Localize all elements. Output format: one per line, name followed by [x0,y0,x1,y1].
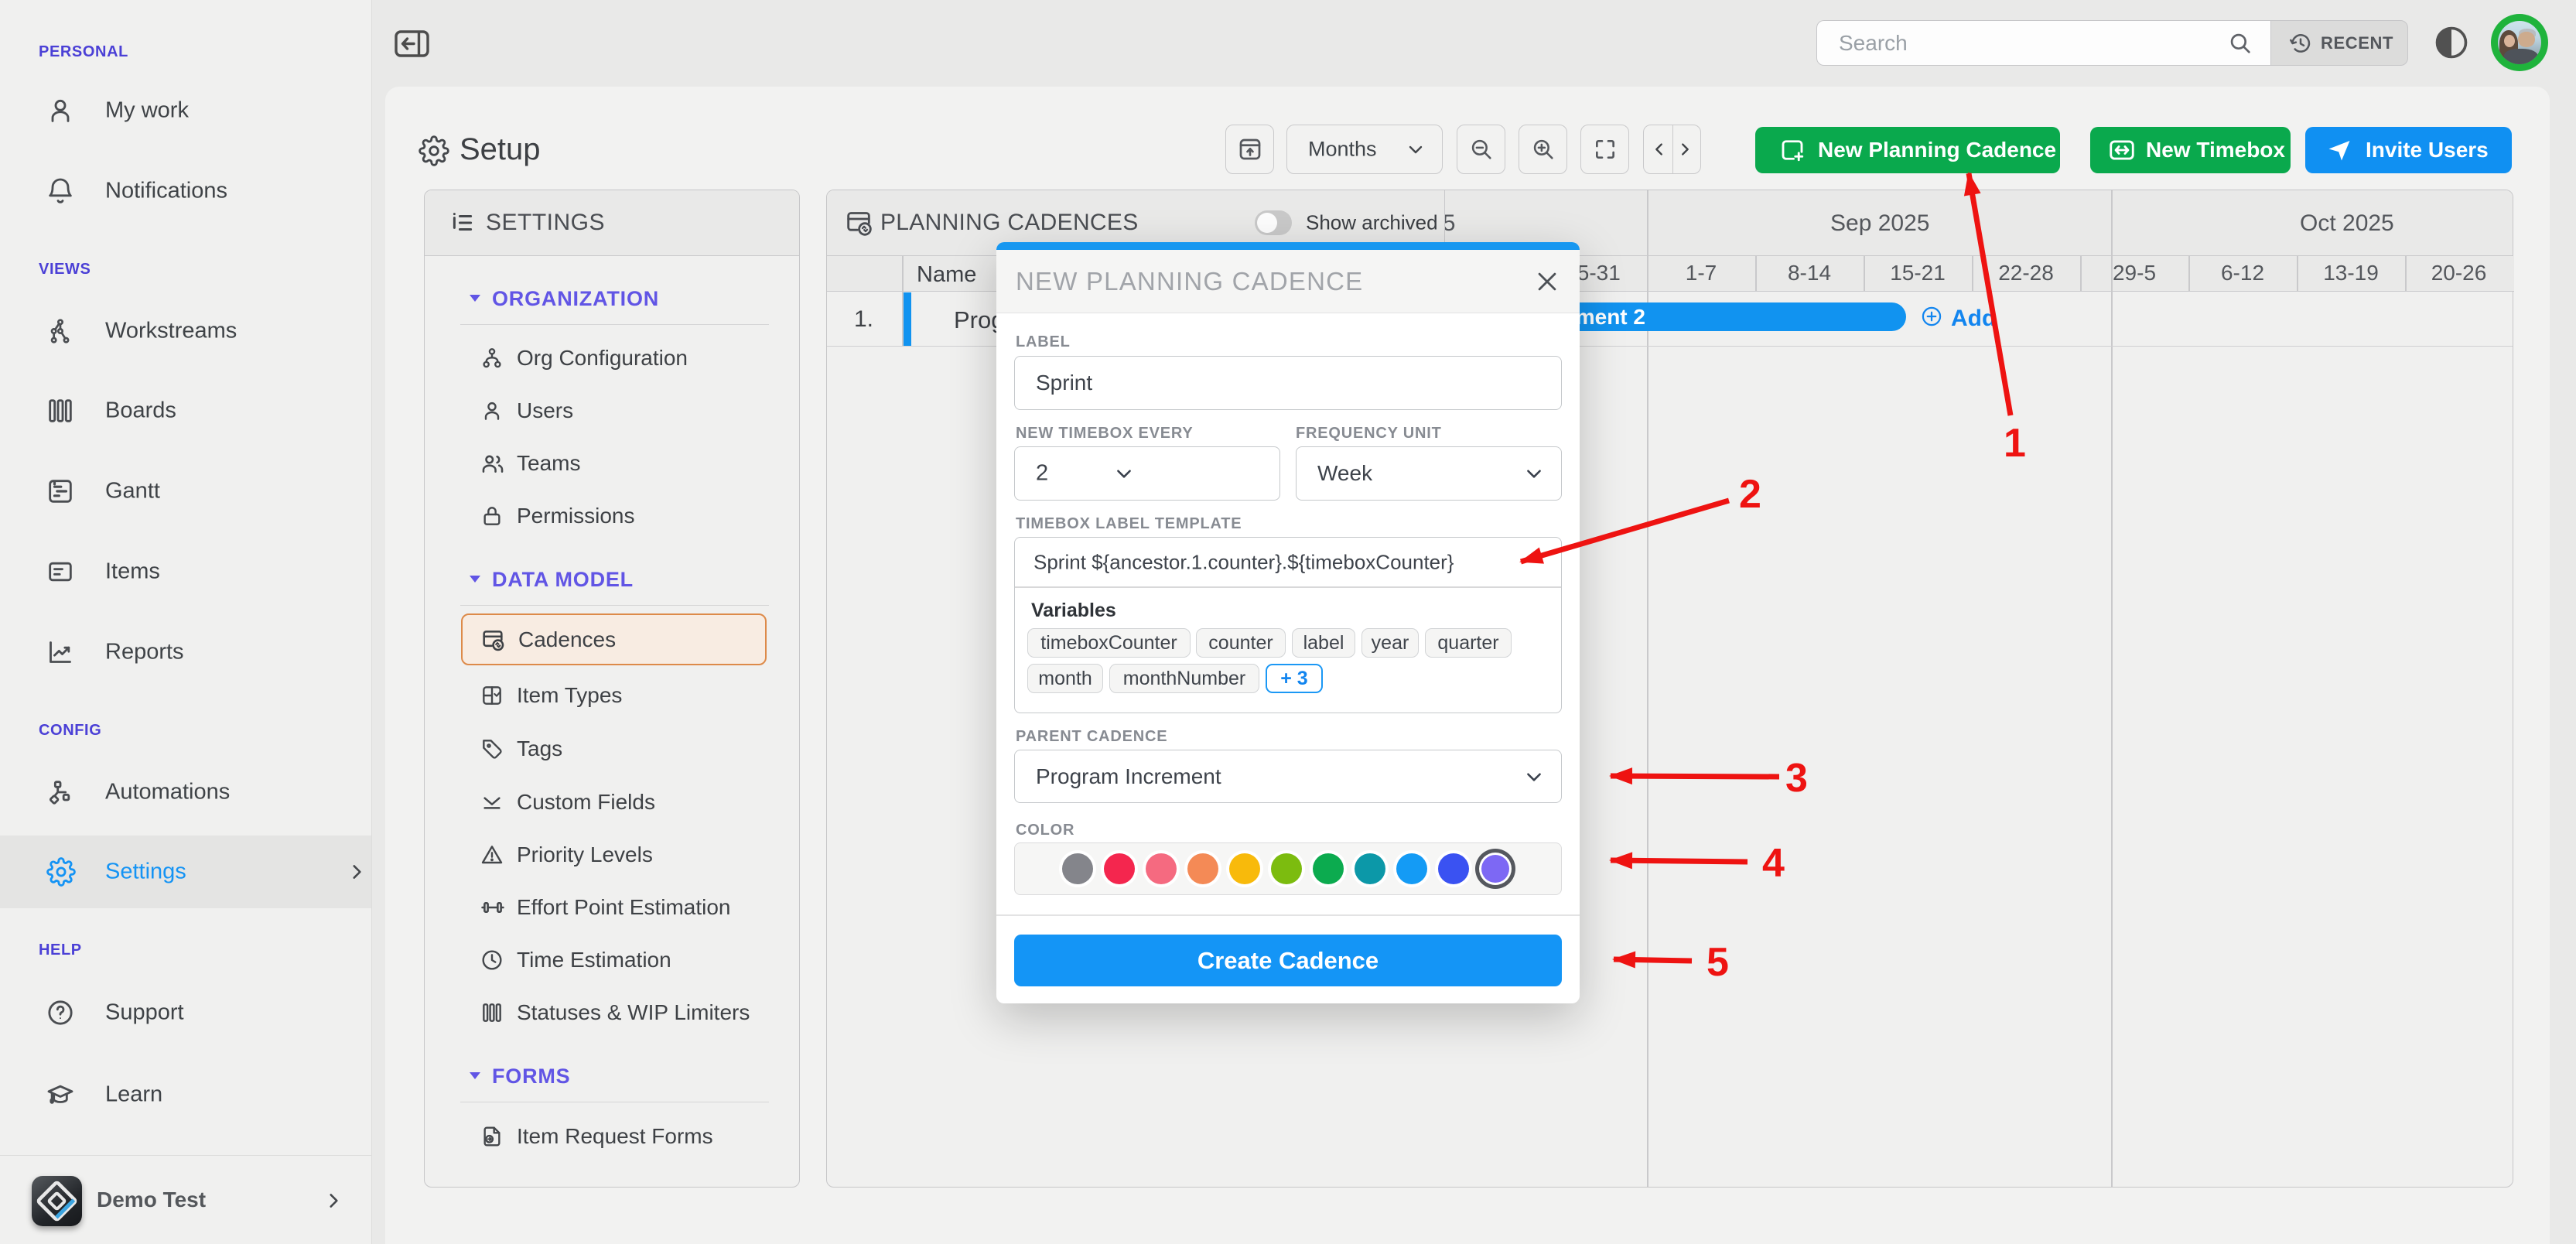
svg-text:4: 4 [1762,841,1785,886]
svg-text:1: 1 [2004,421,2026,466]
svg-text:5: 5 [1707,940,1729,985]
svg-text:2: 2 [1739,472,1761,517]
svg-text:3: 3 [1785,756,1808,801]
